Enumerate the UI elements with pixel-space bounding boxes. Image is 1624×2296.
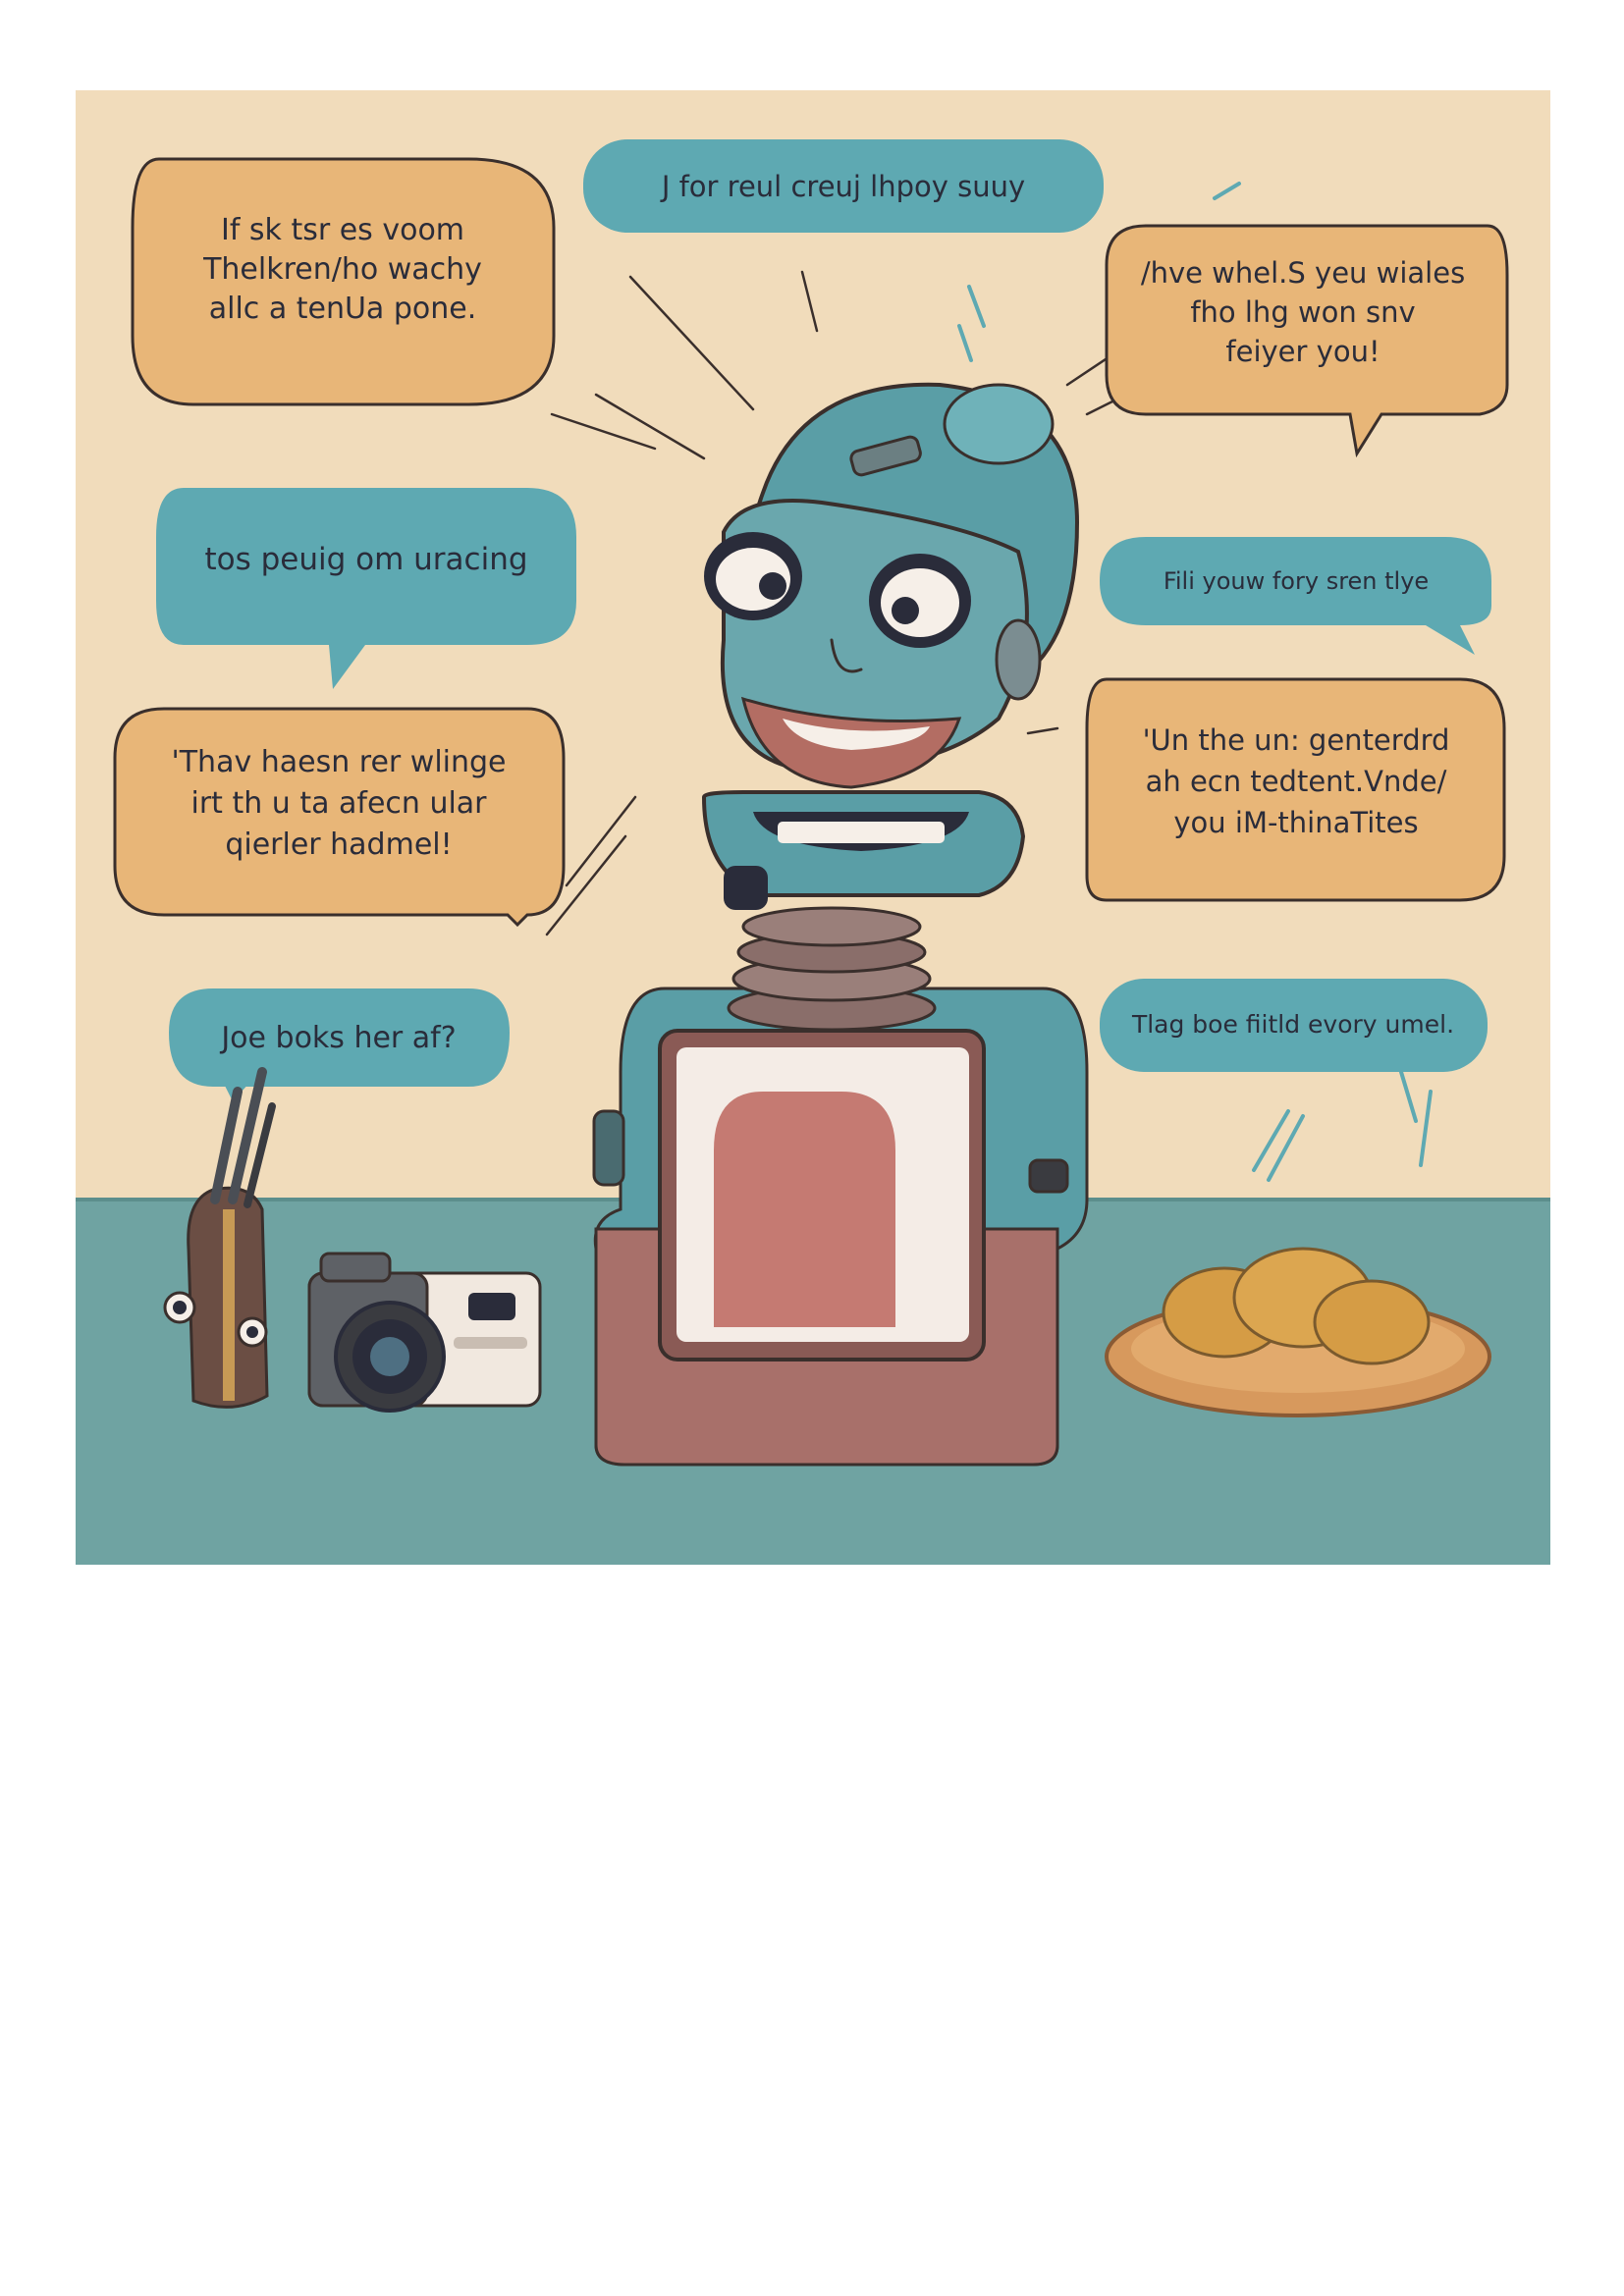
robot-right-eye — [869, 554, 971, 648]
camera-icon — [307, 1252, 542, 1413]
bubble-7-line-1: 'Un the un: genterdrd — [1143, 723, 1450, 757]
bubble-4-line-1: tos peuig om uracing — [204, 542, 527, 577]
robot-chin-button — [724, 866, 768, 910]
bubble-1-line-2: Thelkren/ho wachy — [202, 252, 482, 287]
speech-bubble-2: J for reul creuj lhpoy suuy — [583, 139, 1104, 233]
bubble-6-line-2: irt th u ta afecn ular — [190, 786, 487, 821]
speech-bubble-6: 'Thav haesn rer wlinge irt th u ta afecn… — [113, 707, 566, 928]
cartoon-robot-illustration: If sk tsr es voom Thelkren/ho wachy allc… — [76, 90, 1550, 1565]
bubble-7-line-3: you iM-thinaTites — [1173, 806, 1418, 839]
bubble-2-line-1: J for reul creuj lhpoy suuy — [660, 170, 1025, 203]
bubble-3-line-2: fho lhg won snv — [1190, 295, 1415, 329]
speech-bubble-9: Tlag boe fiitld evory umel. — [1100, 979, 1488, 1072]
speech-bubble-1: If sk tsr es voom Thelkren/ho wachy allc… — [131, 157, 556, 406]
bubble-7-line-2: ah ecn tedtent.Vnde/ — [1146, 765, 1447, 798]
robot-lower-tooth-row — [778, 822, 945, 843]
robot-neck — [727, 906, 937, 1032]
bubble-1-line-1: If sk tsr es voom — [221, 213, 464, 247]
bubble-6-line-1: 'Thav haesn rer wlinge — [171, 745, 506, 779]
bubble-3-line-1: /hve whel.S yeu wiales — [1141, 256, 1465, 290]
robot-left-eye — [704, 532, 802, 620]
robot-screen-glow — [714, 1092, 895, 1327]
bubble-1-line-3: allc a tenUa pone. — [209, 292, 477, 326]
bubble-8-line-1: Joe boks her af? — [219, 1021, 456, 1055]
bubble-3-line-3: feiyer you! — [1225, 335, 1380, 368]
bubble-5-line-1: Fili youw fory sren tlye — [1164, 567, 1429, 595]
speech-bubble-7: 'Un the un: genterdrd ah ecn tedtent.Vnd… — [1085, 677, 1506, 902]
robot-left-knob — [592, 1109, 625, 1187]
robot-right-knob — [1028, 1158, 1069, 1194]
bubble-6-line-3: qierler hadmel! — [225, 828, 452, 862]
robot-helmet-dome — [943, 383, 1055, 465]
speech-bubble-8: Joe boks her af? — [169, 988, 510, 1101]
bubble-9-line-1: Tlag boe fiitld evory umel. — [1131, 1010, 1454, 1039]
robot-ear — [995, 618, 1042, 701]
